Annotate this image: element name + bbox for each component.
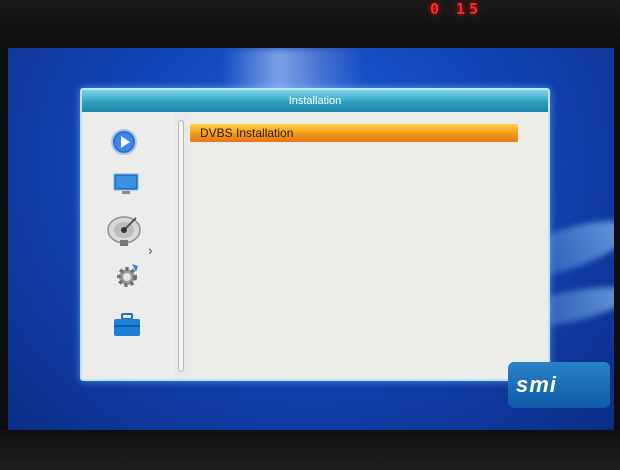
monitor-icon[interactable] (112, 172, 140, 196)
play-icon[interactable] (110, 128, 138, 156)
logo-text: smi (516, 372, 557, 397)
tv-screen: Installation › DVBS Installation smi (8, 48, 614, 430)
led-clock-display: 0 15 (430, 0, 483, 18)
tv-bezel-right (614, 48, 620, 430)
menu-sidebar: › (82, 112, 174, 379)
dialog-title: Installation (82, 90, 548, 112)
tv-bezel-left (0, 48, 8, 430)
settings-gear-icon[interactable] (112, 262, 142, 292)
chevron-right-icon: › (148, 242, 153, 258)
scrollbar[interactable] (178, 120, 184, 372)
tv-bezel-top: 0 15 (0, 0, 620, 48)
tv-bezel-bottom (0, 430, 620, 470)
menu-item-dvbs-installation[interactable]: DVBS Installation (190, 124, 518, 142)
smi-logo: smi (508, 362, 610, 408)
installation-dialog: Installation › DVBS Installation (80, 88, 550, 381)
menu-content: DVBS Installation (188, 112, 548, 379)
toolbox-icon[interactable] (112, 312, 142, 338)
satellite-dish-icon[interactable] (106, 212, 144, 248)
